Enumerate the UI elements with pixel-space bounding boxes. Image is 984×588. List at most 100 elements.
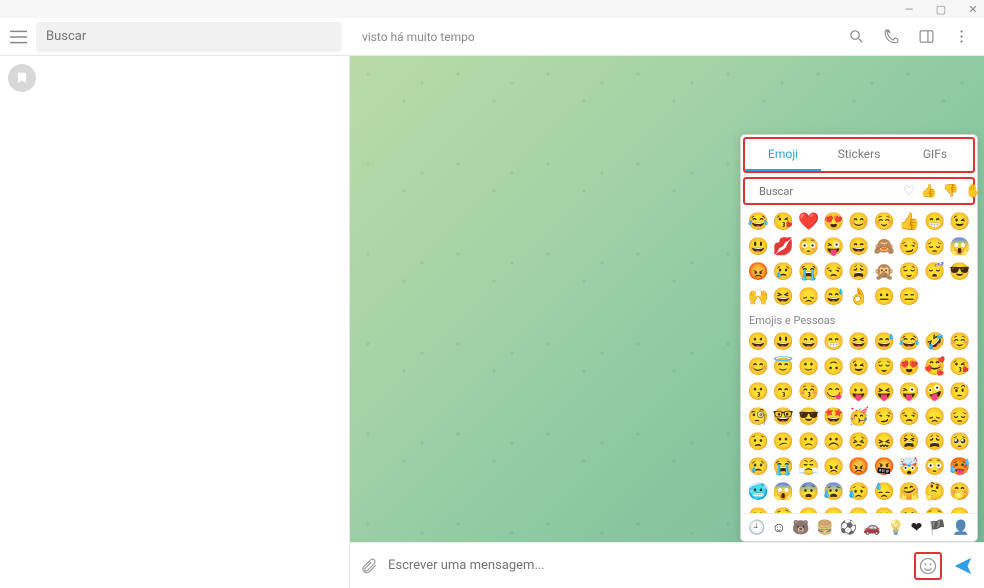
emoji-item[interactable]: ☹️ [823,431,845,453]
emoji-item[interactable]: 🤬 [873,456,895,478]
emoji-item[interactable]: 🙂 [797,356,819,378]
emoji-item[interactable]: 😢 [772,261,794,283]
emoji-category-0[interactable]: 🕘 [748,520,765,536]
emoji-item[interactable]: 😞 [797,286,819,308]
emoji-item[interactable]: 🤨 [949,381,971,403]
emoji-item[interactable]: 😃 [772,331,794,353]
emoji-item[interactable]: 😥 [848,481,870,503]
emoji-item[interactable]: 😭 [772,456,794,478]
emoji-category-4[interactable]: ⚽ [840,520,857,536]
emoji-item[interactable]: 👌 [848,286,870,308]
emoji-item[interactable]: 😏 [898,236,920,258]
emoji-item[interactable]: 😙 [772,381,794,403]
emoji-item[interactable]: 😔 [949,406,971,428]
emoji-item[interactable]: 😔 [924,236,946,258]
emoji-item[interactable]: 😑 [898,286,920,308]
emoji-item[interactable]: 😭 [797,261,819,283]
filter-thumbsup-icon[interactable]: 👍 [921,184,937,199]
emoji-category-9[interactable]: 👤 [952,520,969,536]
emoji-item[interactable]: 😇 [772,356,794,378]
emoji-item[interactable]: 😄 [848,236,870,258]
emoji-category-3[interactable]: 🍔 [816,520,833,536]
window-minimize[interactable]: — [902,2,916,16]
emoji-item[interactable]: 😆 [772,286,794,308]
emoji-item[interactable]: 😒 [898,406,920,428]
emoji-item[interactable]: 😅 [823,286,845,308]
tab-stickers[interactable]: Stickers [821,139,897,171]
emoji-item[interactable]: 😴 [924,261,946,283]
hamburger-menu-button[interactable] [0,19,36,55]
emoji-category-5[interactable]: 🚗 [863,520,880,536]
emoji-item[interactable]: 😜 [898,381,920,403]
emoji-item[interactable]: 🥳 [848,406,870,428]
emoji-item[interactable]: 😁 [823,331,845,353]
emoji-item[interactable]: 🙈 [873,236,895,258]
emoji-item[interactable]: 🤓 [772,406,794,428]
tab-emoji[interactable]: Emoji [745,139,821,171]
emoji-item[interactable]: 🥵 [949,456,971,478]
emoji-item[interactable]: 😌 [873,356,895,378]
emoji-search-input[interactable] [755,185,899,198]
window-close[interactable]: ✕ [966,2,980,16]
message-input[interactable] [388,558,904,573]
emoji-item[interactable]: 😱 [772,481,794,503]
emoji-item[interactable]: 😄 [797,331,819,353]
emoji-item[interactable]: 😆 [848,331,870,353]
emoji-item[interactable]: 🤔 [924,481,946,503]
emoji-item[interactable]: 😚 [797,381,819,403]
emoji-item[interactable]: 🤩 [823,406,845,428]
emoji-item[interactable]: 😃 [747,236,769,258]
call-icon[interactable] [883,28,900,45]
emoji-item[interactable]: 🙄 [898,506,920,513]
emoji-item[interactable]: ☺️ [873,211,895,233]
emoji-category-6[interactable]: 💡 [887,520,904,536]
emoji-item[interactable]: 😅 [873,331,895,353]
emoji-button[interactable] [918,556,938,576]
sidebar-search-input[interactable] [46,29,332,44]
emoji-item[interactable]: 🤪 [924,381,946,403]
emoji-item[interactable]: 😬 [873,506,895,513]
emoji-item[interactable]: 😎 [797,406,819,428]
emoji-item[interactable]: 😫 [898,431,920,453]
emoji-item[interactable]: 😂 [747,211,769,233]
emoji-category-1[interactable]: ☺ [772,519,786,536]
emoji-item[interactable]: 😍 [898,356,920,378]
emoji-item[interactable]: 😒 [823,261,845,283]
emoji-item[interactable]: 🤣 [924,331,946,353]
emoji-item[interactable]: 😨 [797,481,819,503]
emoji-item[interactable]: 🙃 [823,356,845,378]
emoji-item[interactable]: 🤭 [949,481,971,503]
emoji-item[interactable]: 😏 [873,406,895,428]
search-icon[interactable] [848,28,865,45]
emoji-item[interactable]: 😰 [823,481,845,503]
emoji-item[interactable]: 😉 [949,211,971,233]
sidebar-search[interactable] [36,22,342,52]
emoji-item[interactable]: 😱 [949,236,971,258]
emoji-item[interactable]: 😩 [924,431,946,453]
more-icon[interactable] [953,28,970,45]
emoji-item[interactable]: 😯 [924,506,946,513]
emoji-item[interactable]: 🤗 [898,481,920,503]
emoji-item[interactable]: 😤 [797,456,819,478]
emoji-item[interactable]: 😖 [873,431,895,453]
emoji-item[interactable]: 😞 [924,406,946,428]
filter-heart-icon[interactable]: ♡ [903,184,915,199]
tab-gifs[interactable]: GIFs [897,139,973,171]
emoji-item[interactable]: 😊 [747,356,769,378]
emoji-item[interactable]: 😜 [823,236,845,258]
emoji-item[interactable]: ☺️ [949,331,971,353]
emoji-item[interactable]: 😗 [747,381,769,403]
emoji-item[interactable]: 💋 [772,236,794,258]
emoji-category-7[interactable]: ❤ [911,520,923,536]
emoji-item[interactable]: 😟 [747,431,769,453]
emoji-item[interactable]: 👍 [898,211,920,233]
emoji-item[interactable]: 😕 [772,431,794,453]
emoji-item[interactable]: 😉 [848,356,870,378]
emoji-item[interactable]: 😠 [823,456,845,478]
emoji-item[interactable]: 😑 [848,506,870,513]
filter-thumbsdown-icon[interactable]: 👎 [943,184,959,199]
send-button[interactable] [952,555,974,577]
emoji-item[interactable]: 🤫 [747,506,769,513]
emoji-item[interactable]: ❤️ [797,211,819,233]
emoji-category-2[interactable]: 🐻 [792,520,809,536]
